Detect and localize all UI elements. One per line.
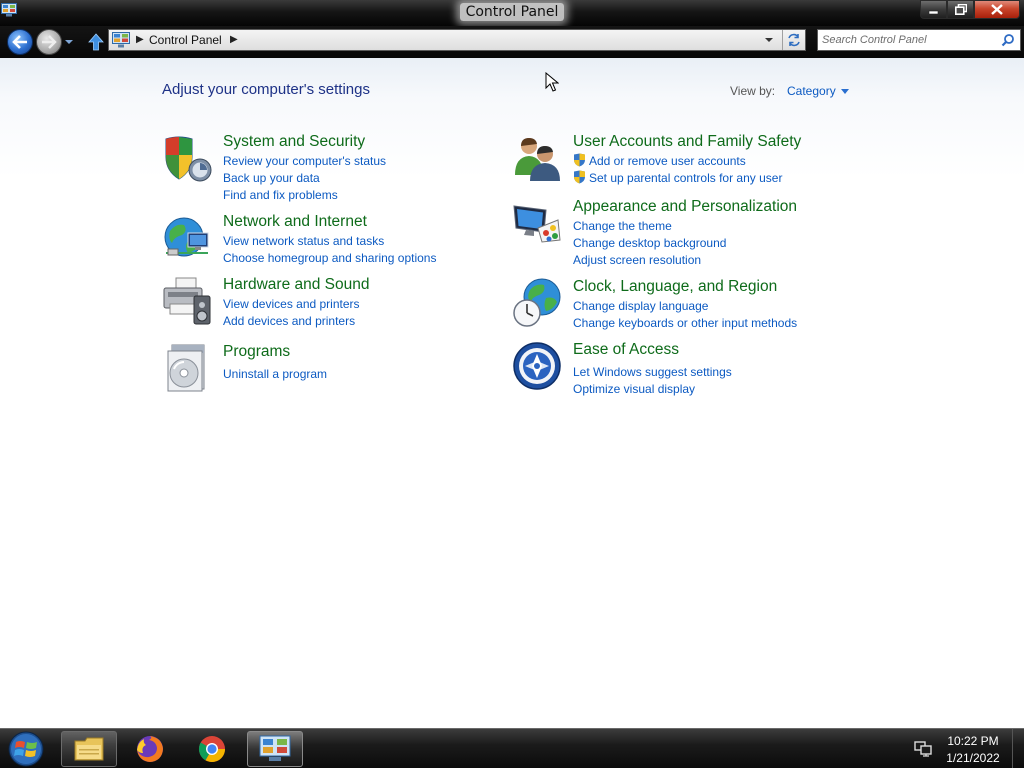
back-button[interactable] (7, 29, 33, 55)
firefox-icon (137, 736, 163, 762)
network-globe-icon (164, 217, 209, 257)
uac-shield-icon (574, 170, 585, 184)
breadcrumb[interactable]: Control Panel (149, 33, 222, 47)
category-link[interactable]: Let Windows suggest settings (573, 364, 873, 381)
page-title: Adjust your computer's settings (162, 81, 370, 98)
category-link[interactable]: View network status and tasks (223, 233, 523, 250)
address-history-dropdown-icon[interactable] (764, 36, 774, 44)
category-title[interactable]: Clock, Language, and Region (573, 278, 777, 296)
view-by-dropdown[interactable]: Category (787, 84, 849, 98)
close-button[interactable] (974, 0, 1020, 19)
link-text[interactable]: Set up parental controls for any user (589, 171, 782, 185)
search-input[interactable] (822, 32, 994, 48)
search-icon[interactable] (1001, 33, 1015, 47)
arrow-right-icon (42, 35, 57, 49)
category-title[interactable]: Ease of Access (573, 341, 679, 359)
minimize-icon (928, 10, 938, 14)
category-title[interactable]: Appearance and Personalization (573, 198, 797, 216)
close-icon (991, 4, 1003, 15)
show-desktop-button[interactable] (1012, 729, 1024, 768)
maximize-button[interactable] (947, 0, 974, 19)
category-link[interactable]: Uninstall a program (223, 366, 523, 383)
window-title: Control Panel (459, 3, 565, 21)
taskbar-file-explorer[interactable] (61, 731, 117, 767)
category-title[interactable]: Network and Internet (223, 213, 367, 231)
category-link[interactable]: Adjust screen resolution (573, 252, 873, 269)
category-link[interactable]: Review your computer's status (223, 153, 523, 170)
clock-time: 10:22 PM (947, 734, 999, 748)
category-title[interactable]: Hardware and Sound (223, 276, 370, 294)
control-panel-icon (112, 32, 130, 48)
maximize-icon (954, 4, 967, 15)
start-orb-icon[interactable] (5, 730, 47, 768)
link-text[interactable]: Add or remove user accounts (589, 154, 746, 168)
category-link[interactable]: Change desktop background (573, 235, 873, 252)
category-link[interactable]: Change the theme (573, 218, 873, 235)
control-panel-icon (259, 735, 291, 761)
monitor-palette-icon (513, 205, 561, 243)
category-title[interactable]: User Accounts and Family Safety (573, 133, 801, 151)
arrow-left-icon (12, 35, 27, 49)
taskbar: 10:22 PM 1/21/2022 (0, 728, 1024, 768)
category-link[interactable]: Add or remove user accounts (573, 153, 873, 170)
refresh-icon (787, 33, 800, 47)
breadcrumb-separator[interactable]: ▶ (230, 34, 238, 45)
category-link[interactable]: Change keyboards or other input methods (573, 315, 873, 332)
breadcrumb-separator[interactable]: ▶ (136, 34, 144, 45)
category-link[interactable]: Set up parental controls for any user (573, 170, 873, 187)
category-title[interactable]: Programs (223, 343, 290, 361)
chrome-icon (198, 736, 226, 763)
recent-pages-dropdown-icon[interactable] (64, 38, 74, 46)
category-link[interactable]: Choose homegroup and sharing options (223, 250, 523, 267)
minimize-button[interactable] (920, 0, 947, 19)
clock-date: 1/21/2022 (946, 751, 1000, 765)
network-status-icon[interactable] (914, 741, 932, 757)
category-link[interactable]: Optimize visual display (573, 381, 873, 398)
view-by-value[interactable]: Category (787, 84, 836, 98)
mouse-cursor-icon (545, 72, 559, 92)
search-box[interactable] (817, 29, 1021, 51)
file-explorer-icon (74, 737, 104, 761)
category-title[interactable]: System and Security (223, 133, 365, 151)
control-panel-content: Adjust your computer's settings View by:… (0, 58, 1024, 728)
view-by-label: View by: (730, 84, 776, 98)
taskbar-control-panel[interactable] (247, 731, 303, 767)
up-one-level-icon[interactable] (86, 32, 106, 52)
category-link[interactable]: Back up your data (223, 170, 523, 187)
programs-disc-icon (167, 344, 205, 392)
category-link[interactable]: Find and fix problems (223, 187, 523, 204)
navigation-bar: ▶ Control Panel ▶ (0, 26, 1024, 58)
forward-button[interactable] (36, 29, 62, 55)
category-link[interactable]: Add devices and printers (223, 313, 523, 330)
users-icon (515, 138, 560, 181)
taskbar-firefox[interactable] (122, 731, 178, 767)
printer-speaker-icon (163, 277, 211, 325)
category-link[interactable]: Change display language (573, 298, 873, 315)
clock-globe-icon (513, 278, 561, 327)
address-bar[interactable]: ▶ Control Panel ▶ (108, 29, 806, 51)
taskbar-chrome[interactable] (184, 731, 240, 767)
refresh-button[interactable] (782, 30, 804, 50)
chevron-down-icon (840, 88, 849, 94)
title-bar[interactable]: Control Panel (0, 0, 1024, 26)
uac-shield-icon (574, 153, 585, 167)
system-security-shield-icon (165, 136, 212, 182)
system-clock[interactable]: 10:22 PM 1/21/2022 (940, 733, 1006, 767)
category-link[interactable]: View devices and printers (223, 296, 523, 313)
ease-of-access-icon (513, 342, 561, 390)
